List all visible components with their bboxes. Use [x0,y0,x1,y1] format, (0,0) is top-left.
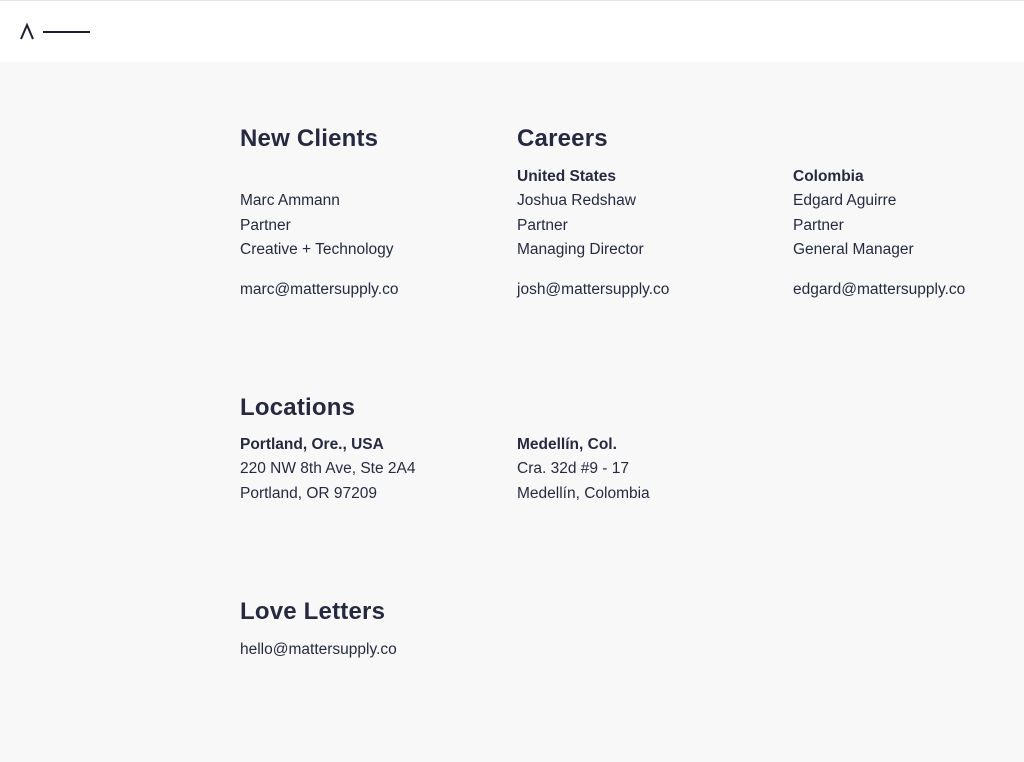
careers-co-name: Edgard Aguirre [793,192,897,209]
careers-heading: Careers [517,125,608,152]
careers-us-email-link[interactable]: josh@mattersupply.co [517,280,669,300]
location-medellin-street: Cra. 32d #9 - 17 [517,460,630,477]
new-clients-role: Partner [240,217,291,234]
careers-us-role: Partner [517,217,568,234]
love-letters-heading: Love Letters [240,598,386,625]
new-clients-heading: New Clients [240,125,379,152]
careers-region-colombia: Colombia [793,168,864,185]
location-medellin-locality: Medellín, Colombia [517,485,650,502]
careers-co-role: Partner [793,217,844,234]
careers-co-email-link[interactable]: edgard@mattersupply.co [793,280,965,300]
locations-heading: Locations [240,394,356,421]
location-portland-city: Portland, Ore., USA [240,436,384,453]
location-medellin-city: Medellín, Col. [517,436,617,453]
contact-page: New Clients Marc Ammann Partner Creative… [0,62,1024,762]
top-bar [0,0,1024,62]
careers-us-name: Joshua Redshaw [517,192,636,209]
location-portland-street: 220 NW 8th Ave, Ste 2A4 [240,460,416,477]
love-letters-email-link[interactable]: hello@mattersupply.co [240,640,397,660]
matter-supply-logo-icon[interactable] [18,19,94,43]
careers-region-united-states: United States [517,168,617,185]
careers-us-title: Managing Director [517,241,644,258]
careers-co-title: General Manager [793,241,914,258]
location-portland-locality: Portland, OR 97209 [240,485,378,502]
new-clients-department: Creative + Technology [240,241,394,258]
new-clients-email-link[interactable]: marc@mattersupply.co [240,280,398,300]
new-clients-name: Marc Ammann [240,192,340,209]
